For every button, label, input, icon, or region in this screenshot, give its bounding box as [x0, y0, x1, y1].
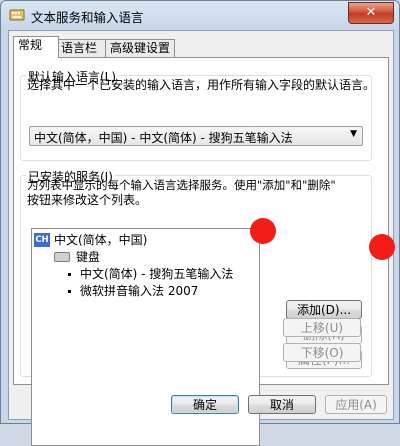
- apply-button[interactable]: 应用(A): [325, 395, 387, 414]
- keyboard-icon: [54, 252, 70, 262]
- tab-advanced-key-settings[interactable]: 高级键设置: [105, 39, 175, 57]
- move-up-button[interactable]: 上移(U): [283, 318, 361, 337]
- installed-services-description-line-2: 按钮来修改这个列表。: [27, 193, 148, 207]
- tree-item-label: 微软拼音输入法 2007: [80, 284, 199, 298]
- tab-language-bar[interactable]: 语言栏: [56, 39, 106, 57]
- annotation-marker: [369, 234, 395, 260]
- dialog-client-area: 常规 语言栏 高级键设置 默认输入语言(L) 选择其中一个已安装的输入语言，用作…: [8, 30, 394, 446]
- bullet-icon: [68, 290, 71, 293]
- add-button[interactable]: 添加(D)...: [286, 300, 362, 319]
- language-icon: CH: [34, 233, 50, 247]
- move-down-button[interactable]: 下移(O): [283, 343, 361, 362]
- close-button[interactable]: ✕: [348, 2, 394, 24]
- tree-language-label: 中文(简体，中国): [54, 233, 148, 247]
- ok-button[interactable]: 确定: [171, 395, 239, 414]
- default-language-select[interactable]: 中文(简体，中国) - 中文(简体) - 搜狗五笔输入法 ▼: [29, 126, 363, 146]
- window-title: 文本服务和输入语言: [31, 10, 144, 25]
- default-language-description: 选择其中一个已安装的输入语言，用作所有输入字段的默认语言。: [27, 78, 376, 92]
- tree-keyboard-label: 键盘: [76, 250, 101, 264]
- close-icon: ✕: [365, 5, 377, 20]
- dialog-window: 文本服务和输入语言 ✕ 常规 语言栏 高级键设置 默认输入语言(L) 选择其中一…: [0, 0, 400, 446]
- keyboard-app-icon: [9, 7, 25, 23]
- tab-general[interactable]: 常规: [13, 36, 59, 58]
- annotation-marker: [250, 218, 276, 244]
- tree-item-label: 中文(简体) - 搜狗五笔输入法: [80, 267, 234, 281]
- installed-services-description-line-1: 为列表中显示的每个输入语言选择服务。使用"添加"和"删除": [27, 178, 336, 192]
- default-language-value: 中文(简体，中国) - 中文(简体) - 搜狗五笔输入法: [34, 131, 293, 145]
- default-language-group: 默认输入语言(L) 选择其中一个已安装的输入语言，用作所有输入字段的默认语言。 …: [20, 68, 376, 161]
- chevron-down-icon: ▼: [350, 129, 357, 139]
- bullet-icon: [68, 273, 71, 276]
- cancel-button[interactable]: 取消: [248, 395, 316, 414]
- title-bar[interactable]: 文本服务和输入语言 ✕: [1, 1, 399, 29]
